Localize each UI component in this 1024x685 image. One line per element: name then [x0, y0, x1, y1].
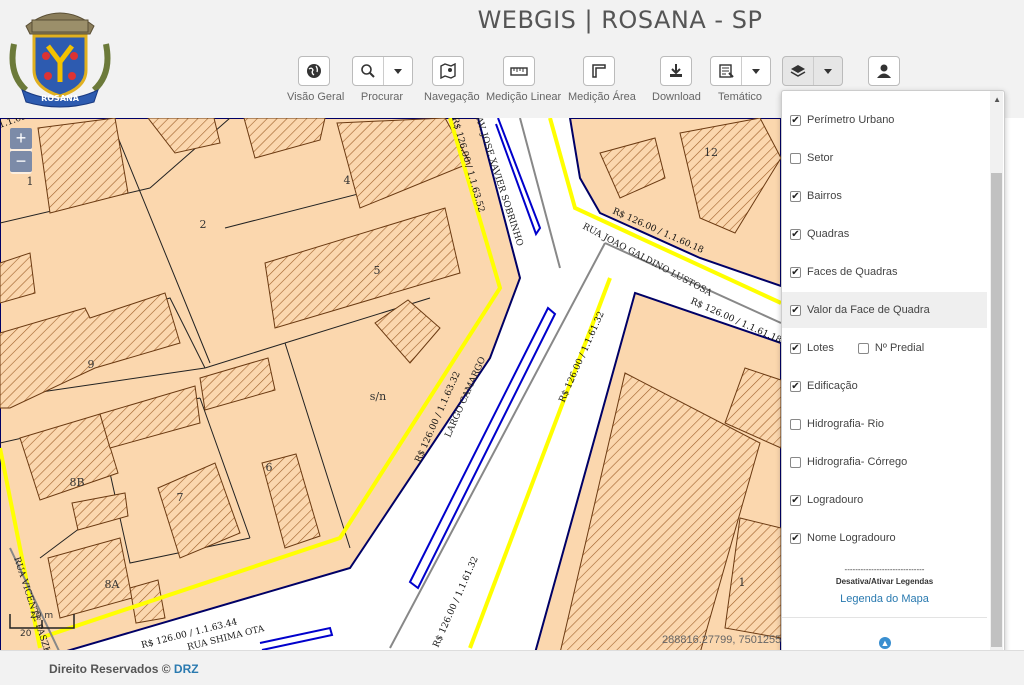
layer-checkbox[interactable]: ✔: [790, 266, 801, 278]
parcel-number: 4: [344, 174, 351, 187]
layer-checkbox[interactable]: ✔: [790, 342, 801, 354]
map-icon: [433, 57, 463, 85]
zoom-control: + −: [10, 128, 32, 174]
chevron-down-icon[interactable]: [383, 57, 412, 85]
footer-text: Direito Reservados © DRZ: [49, 662, 199, 676]
layer-hidrografia-rio[interactable]: Hidrografia- Rio: [782, 406, 987, 442]
tool-label: Visão Geral: [287, 91, 345, 103]
globe-icon: [299, 57, 329, 85]
layers-icon: [783, 57, 813, 85]
scroll-up-arrow[interactable]: ▲: [993, 95, 1001, 104]
layer-checkbox[interactable]: [790, 456, 801, 468]
tool-label: Navegação: [424, 91, 480, 103]
legend-link[interactable]: Legenda do Mapa: [782, 593, 987, 605]
tool-label: Procurar: [360, 91, 404, 103]
layer-label: Lotes: [807, 342, 834, 354]
layer-checkbox[interactable]: ✔: [790, 114, 801, 126]
layer-checkbox[interactable]: ✔: [790, 228, 801, 240]
layer-checkbox[interactable]: ✔: [790, 494, 801, 506]
page-title: WEBGIS | ROSANA - SP: [477, 6, 763, 34]
mouse-coordinates: 288816.27799, 7501255.3: [662, 634, 791, 646]
parcel-number: 9: [88, 358, 95, 371]
chevron-down-icon[interactable]: [741, 57, 770, 85]
layer-setor[interactable]: Setor: [782, 140, 987, 176]
parcel-number: 8B: [69, 476, 84, 489]
search-icon: [353, 57, 383, 85]
tool-visao-geral[interactable]: Visão Geral: [287, 56, 345, 103]
layer-label: Quadras: [807, 228, 850, 240]
parcel-number: 12: [704, 146, 718, 159]
tool-label: Download: [652, 91, 701, 103]
parcel-number: s/n: [370, 390, 386, 403]
scale-label: 20: [20, 629, 32, 639]
layer-checkbox[interactable]: ✔: [790, 532, 801, 544]
scroll-top-icon[interactable]: ▲: [879, 637, 891, 649]
parcel-number: 1: [27, 175, 34, 188]
tool-navegacao[interactable]: Navegação: [424, 56, 480, 103]
layer-label: Bairros: [807, 190, 842, 202]
user-icon: [869, 57, 899, 85]
parcel-number: 1: [739, 576, 746, 589]
parcel-number: 5: [374, 264, 381, 277]
tool-medicao-linear[interactable]: Medição Linear: [486, 56, 562, 103]
footer: Direito Reservados © DRZ: [0, 650, 1024, 685]
tool-label: Medição Área: [568, 91, 636, 103]
parcel-number: 8A: [105, 578, 121, 591]
divider: [782, 617, 987, 618]
tool-user[interactable]: [868, 56, 900, 86]
layer-checkbox[interactable]: ✔: [790, 380, 801, 392]
area-icon: [584, 57, 614, 85]
download-icon: [661, 57, 691, 85]
tool-procurar[interactable]: Procurar: [352, 56, 413, 103]
separator: ------------------------------: [844, 565, 925, 574]
parcel-number: 2: [200, 218, 207, 231]
ruler-icon: [504, 57, 534, 85]
layer-perimetro-urbano[interactable]: ✔ Perímetro Urbano: [782, 102, 987, 138]
layer-label: Faces de Quadras: [807, 266, 898, 278]
layer-label: Perímetro Urbano: [807, 114, 895, 126]
thematic-icon: [711, 57, 741, 85]
tool-layers[interactable]: [782, 56, 843, 86]
numero-predial-checkbox[interactable]: [857, 342, 869, 354]
layer-valor-face-quadra[interactable]: ✔ Valor da Face de Quadra: [782, 292, 987, 328]
layer-edificacao[interactable]: ✔ Edificação: [782, 368, 987, 404]
scale-label: 20 m: [30, 611, 53, 621]
layer-label: Setor: [807, 152, 834, 164]
layer-label: Nº Predial: [874, 342, 925, 354]
layer-checkbox[interactable]: ✔: [790, 190, 801, 202]
tool-medicao-area[interactable]: Medição Área: [568, 56, 636, 103]
parcel-number: 6: [266, 461, 273, 474]
coat-of-arms-logo: ROSANA: [9, 12, 111, 108]
layer-checkbox[interactable]: ✔: [790, 304, 801, 316]
logo-text: ROSANA: [41, 94, 80, 103]
layer-checkbox[interactable]: [790, 152, 801, 164]
tool-label: Temático: [717, 91, 763, 103]
layer-quadras[interactable]: ✔ Quadras: [782, 216, 987, 252]
layer-bairros[interactable]: ✔ Bairros: [782, 178, 987, 214]
chevron-down-icon[interactable]: [813, 57, 842, 85]
parcel-number: 7: [177, 491, 184, 504]
layer-label: Logradouro: [807, 494, 864, 506]
layer-checkbox[interactable]: [790, 418, 801, 430]
tool-label: Medição Linear: [486, 91, 562, 103]
tool-tematico[interactable]: Temático: [710, 56, 771, 103]
zoom-in-button[interactable]: +: [10, 128, 32, 149]
layer-faces-de-quadras[interactable]: ✔ Faces de Quadras: [782, 254, 987, 290]
layer-label: Edificação: [807, 380, 858, 392]
layer-label: Hidrografia- Córrego: [807, 456, 908, 468]
layer-lotes[interactable]: ✔ Lotes Nº Predial: [782, 330, 987, 366]
toggle-legends-link[interactable]: Desativa/Ativar Legendas: [782, 577, 987, 586]
layer-label: Valor da Face de Quadra: [807, 304, 930, 316]
footer-brand-link[interactable]: DRZ: [174, 662, 199, 676]
scrollbar-thumb[interactable]: [991, 173, 1002, 647]
layer-nome-logradouro[interactable]: ✔ Nome Logradouro: [782, 520, 987, 556]
layer-label: Nome Logradouro: [807, 532, 896, 544]
zoom-out-button[interactable]: −: [10, 151, 32, 172]
layers-panel[interactable]: ▲ ▼ ✔ Perímetro Urbano Setor ✔ Bairros ✔…: [781, 90, 1005, 664]
layer-logradouro[interactable]: ✔ Logradouro: [782, 482, 987, 518]
tool-download[interactable]: Download: [652, 56, 701, 103]
layer-label: Hidrografia- Rio: [807, 418, 885, 430]
layer-hidrografia-corrego[interactable]: Hidrografia- Córrego: [782, 444, 987, 480]
